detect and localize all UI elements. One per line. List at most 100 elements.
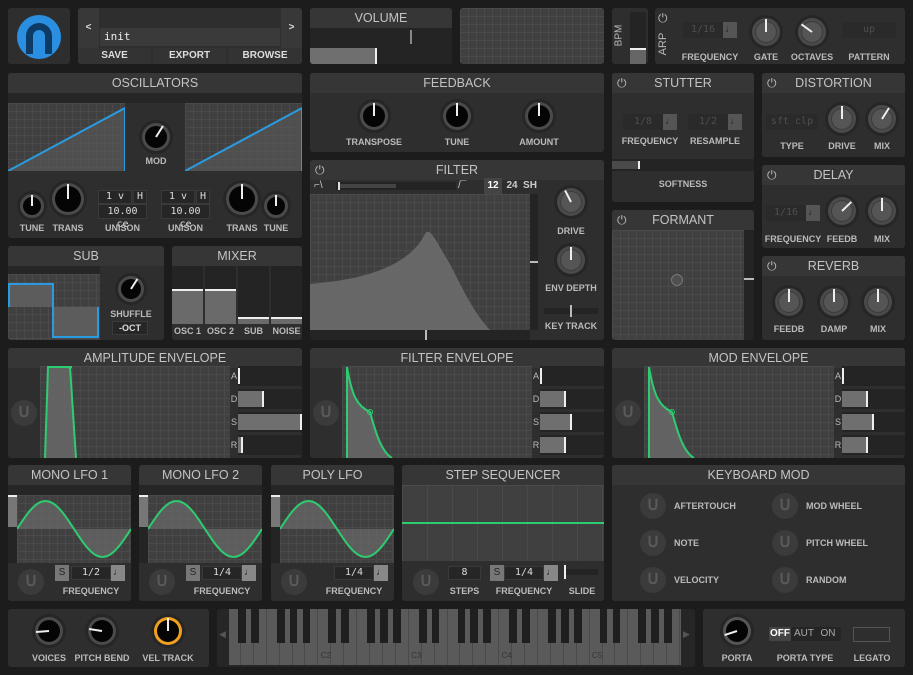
envelope-mod-source[interactable]: Ս bbox=[615, 400, 641, 426]
formant-xy-pad[interactable] bbox=[612, 230, 744, 340]
envelope-graph[interactable] bbox=[644, 366, 834, 458]
envelope-d-slider[interactable] bbox=[842, 389, 905, 409]
steps-field[interactable]: 8 bbox=[448, 566, 481, 580]
osc1-harmonize-toggle[interactable]: H bbox=[133, 190, 147, 204]
logo-panel[interactable] bbox=[8, 8, 70, 64]
envelope-r-slider[interactable] bbox=[540, 435, 604, 455]
filter-drive-knob[interactable] bbox=[557, 188, 585, 216]
stutter-frequency[interactable]: 1/8 bbox=[623, 114, 663, 130]
black-key[interactable] bbox=[638, 609, 647, 643]
lfo-frequency[interactable]: 1/2 bbox=[71, 566, 111, 580]
porta-type-on[interactable]: ON bbox=[817, 627, 839, 641]
black-key[interactable] bbox=[651, 609, 660, 643]
osc1-trans-knob[interactable] bbox=[52, 183, 84, 215]
black-key[interactable] bbox=[457, 609, 466, 643]
arp-sync-note-icon[interactable]: ♩ bbox=[723, 22, 737, 38]
black-key[interactable] bbox=[470, 609, 479, 643]
voices-knob[interactable] bbox=[35, 617, 63, 645]
volume-slider[interactable] bbox=[310, 46, 452, 64]
lfo-sync-toggle[interactable]: S bbox=[55, 565, 69, 581]
envelope-r-slider[interactable] bbox=[842, 435, 905, 455]
osc1-waveform[interactable] bbox=[8, 103, 126, 172]
lfo-amplitude-slider[interactable] bbox=[271, 495, 280, 563]
black-key[interactable] bbox=[367, 609, 375, 643]
keyboard-mod-source[interactable]: Ս bbox=[640, 530, 666, 556]
black-key[interactable] bbox=[664, 609, 672, 643]
arp-power-icon[interactable]: ⏻ bbox=[658, 12, 670, 24]
step-seq-note-icon[interactable]: ♩ bbox=[544, 565, 558, 581]
black-key[interactable] bbox=[522, 609, 530, 643]
reverb-mix-knob[interactable] bbox=[864, 288, 892, 316]
stutter-sync-note-icon[interactable]: ♩ bbox=[663, 114, 677, 130]
lfo-sync-note-icon[interactable]: ♩ bbox=[111, 565, 125, 581]
step-seq-mod-source[interactable]: Ս bbox=[413, 569, 439, 595]
octaves-knob[interactable] bbox=[798, 18, 826, 46]
envelope-a-slider[interactable] bbox=[238, 366, 302, 386]
porta-knob[interactable] bbox=[723, 617, 751, 645]
distortion-type[interactable]: sft clp bbox=[766, 114, 818, 130]
black-key[interactable] bbox=[276, 609, 285, 643]
lfo-waveform[interactable] bbox=[16, 495, 131, 563]
reverb-feedback-knob[interactable] bbox=[775, 288, 803, 316]
envelope-mod-source[interactable]: Ս bbox=[313, 400, 339, 426]
keyboard-mod-source[interactable]: Ս bbox=[772, 567, 798, 593]
envelope-d-slider[interactable] bbox=[540, 389, 604, 409]
delay-frequency[interactable]: 1/16 bbox=[766, 205, 806, 221]
black-key[interactable] bbox=[599, 609, 608, 643]
delay-mix-knob[interactable] bbox=[868, 197, 896, 225]
envelope-graph[interactable] bbox=[40, 365, 230, 458]
feedback-amount-knob[interactable] bbox=[525, 102, 553, 130]
filter-power-icon[interactable]: ⏻ bbox=[315, 164, 327, 176]
arp-frequency[interactable]: 1/16 bbox=[683, 22, 723, 38]
octave-up-icon[interactable]: ▶ bbox=[683, 629, 693, 640]
legato-toggle[interactable] bbox=[853, 627, 890, 642]
pitch-bend-knob[interactable] bbox=[88, 617, 116, 645]
envelope-r-slider[interactable] bbox=[238, 435, 302, 455]
filter-response-graph[interactable] bbox=[310, 194, 530, 330]
softness-slider[interactable] bbox=[612, 159, 754, 171]
delay-power-icon[interactable]: ⏻ bbox=[767, 169, 779, 181]
lfo-sync-toggle[interactable]: S bbox=[186, 565, 200, 581]
slope-12-button[interactable]: 12 bbox=[484, 178, 502, 194]
key-track-slider[interactable] bbox=[544, 305, 598, 317]
envelope-s-slider[interactable] bbox=[238, 412, 302, 432]
osc-mod-knob[interactable] bbox=[142, 123, 170, 151]
mixer-osc1-slider[interactable] bbox=[172, 266, 203, 324]
osc2-unison-voices[interactable]: 1 v bbox=[161, 190, 195, 204]
lfo-mod-source[interactable]: Ս bbox=[281, 569, 307, 595]
black-key[interactable] bbox=[341, 609, 350, 643]
stutter-resample[interactable]: 1/2 bbox=[688, 114, 728, 130]
envelope-s-slider[interactable] bbox=[540, 412, 604, 432]
formant-y-slider[interactable] bbox=[744, 230, 754, 340]
black-key[interactable] bbox=[483, 609, 492, 643]
black-key[interactable] bbox=[250, 609, 259, 643]
porta-type-auto[interactable]: AUT bbox=[792, 627, 816, 641]
black-key[interactable] bbox=[302, 609, 311, 643]
envelope-d-slider[interactable] bbox=[238, 389, 302, 409]
black-key[interactable] bbox=[560, 609, 569, 643]
keyboard-mod-source[interactable]: Ս bbox=[640, 567, 666, 593]
osc2-tune-knob[interactable] bbox=[264, 194, 288, 218]
black-key[interactable] bbox=[573, 609, 582, 643]
osc1-unison-detune[interactable]: 10.00 ce bbox=[98, 204, 147, 230]
black-key[interactable] bbox=[328, 609, 337, 643]
osc2-harmonize-toggle[interactable]: H bbox=[196, 190, 210, 204]
black-key[interactable] bbox=[509, 609, 517, 643]
step-seq-frequency[interactable]: 1/4 bbox=[504, 566, 544, 580]
envelope-a-slider[interactable] bbox=[540, 366, 604, 386]
black-key[interactable] bbox=[418, 609, 427, 643]
osc1-tune-knob[interactable] bbox=[20, 194, 44, 218]
filter-resonance-slider[interactable] bbox=[530, 194, 538, 330]
lfo-amplitude-slider[interactable] bbox=[8, 495, 17, 563]
lfo-frequency[interactable]: 1/4 bbox=[334, 566, 374, 580]
lfo-sync-note-icon[interactable]: ♩ bbox=[374, 565, 388, 581]
osc2-trans-knob[interactable] bbox=[226, 183, 258, 215]
osc2-waveform[interactable] bbox=[184, 103, 302, 172]
slide-slider[interactable] bbox=[564, 565, 598, 579]
black-key[interactable] bbox=[612, 609, 621, 643]
envelope-s-slider[interactable] bbox=[842, 412, 905, 432]
lfo-amplitude-slider[interactable] bbox=[139, 495, 148, 563]
lfo-mod-source[interactable]: Ս bbox=[149, 569, 175, 595]
feedback-tune-knob[interactable] bbox=[443, 102, 471, 130]
distortion-mix-knob[interactable] bbox=[868, 105, 896, 133]
